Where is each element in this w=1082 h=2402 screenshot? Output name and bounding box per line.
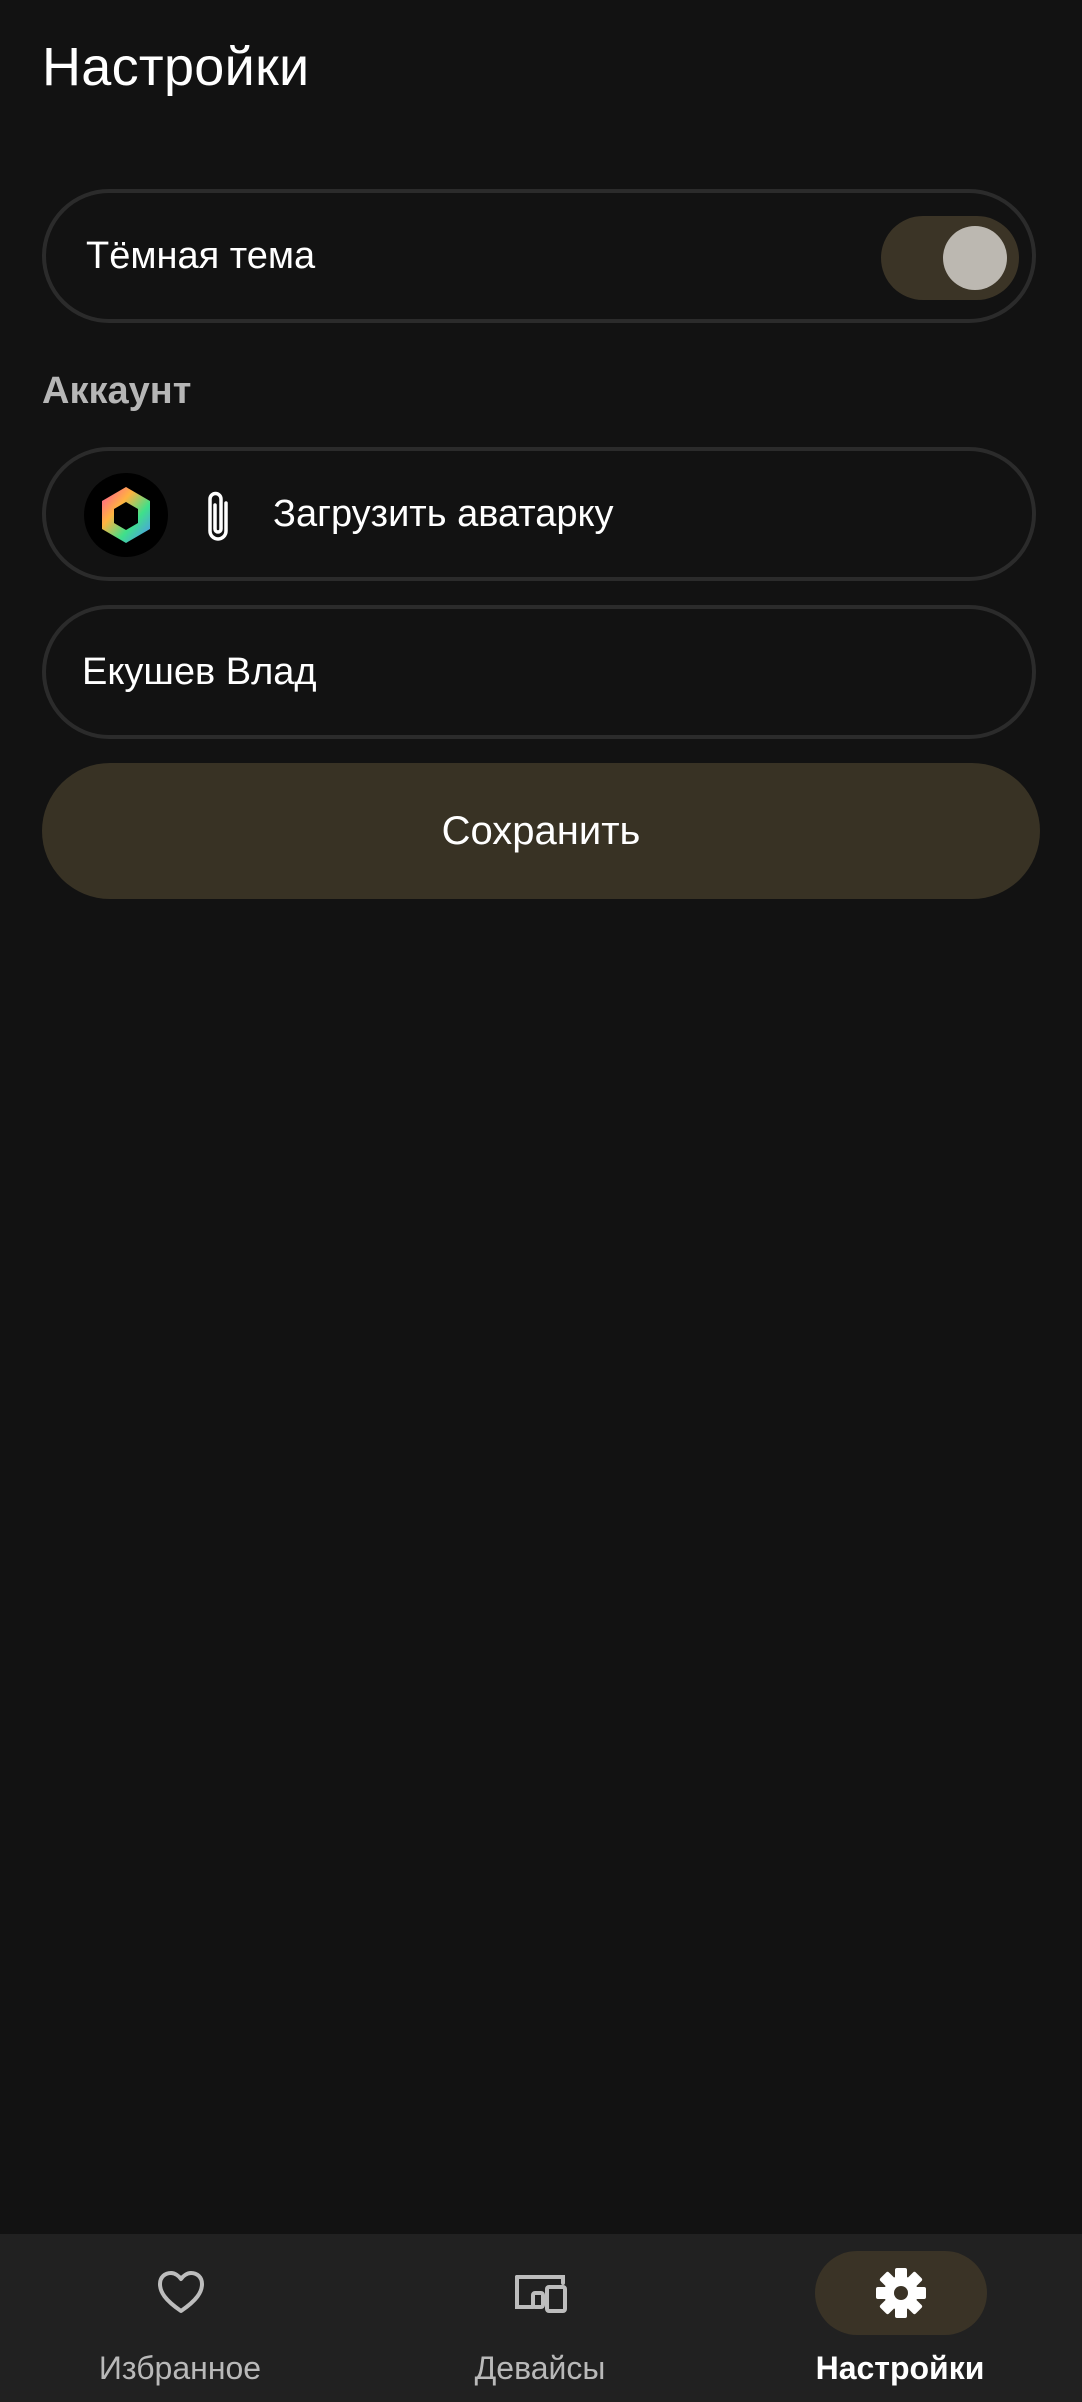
bottom-navigation: Избранное Девайсы Настройки bbox=[0, 2234, 1082, 2402]
name-field[interactable] bbox=[42, 605, 1036, 739]
avatar bbox=[84, 473, 168, 557]
page-title: Настройки bbox=[42, 37, 310, 97]
upload-avatar-button[interactable]: Загрузить аватарку bbox=[42, 447, 1036, 581]
name-input[interactable] bbox=[82, 609, 982, 735]
devices-icon bbox=[515, 2275, 567, 2313]
nav-label-settings: Настройки bbox=[815, 2350, 985, 2386]
heart-icon bbox=[158, 2271, 204, 2313]
dark-theme-row: Тёмная тема bbox=[42, 189, 1036, 323]
avatar-logo-icon bbox=[102, 487, 150, 543]
gear-icon bbox=[876, 2268, 926, 2318]
nav-item-devices[interactable]: Девайсы bbox=[360, 2234, 720, 2402]
save-button[interactable]: Сохранить bbox=[42, 763, 1040, 899]
paperclip-icon bbox=[208, 491, 228, 541]
nav-item-favorites[interactable]: Избранное bbox=[0, 2234, 360, 2402]
nav-label-favorites: Избранное bbox=[98, 2350, 262, 2386]
account-section-title: Аккаунт bbox=[42, 370, 192, 412]
upload-avatar-label: Загрузить аватарку bbox=[273, 493, 614, 535]
nav-item-settings[interactable]: Настройки bbox=[720, 2234, 1080, 2402]
nav-label-devices: Девайсы bbox=[474, 2350, 606, 2386]
dark-theme-label: Тёмная тема bbox=[86, 235, 316, 277]
toggle-knob bbox=[943, 226, 1007, 290]
dark-theme-toggle[interactable] bbox=[881, 216, 1019, 300]
